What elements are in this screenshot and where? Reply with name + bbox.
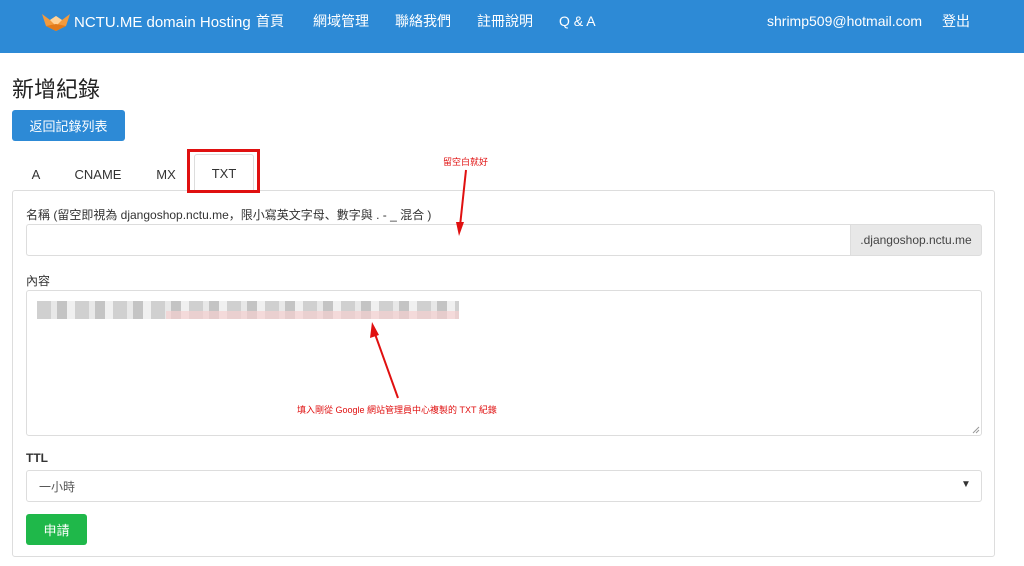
nav-registration-guide[interactable]: 註冊說明: [477, 13, 533, 29]
tab-highlight-box: [187, 149, 260, 193]
ttl-selected-value: 一小時: [39, 479, 76, 494]
page-title: 新增紀錄: [12, 77, 101, 102]
ttl-label: TTL: [26, 451, 48, 465]
submit-button[interactable]: 申請: [26, 514, 87, 545]
logout-link[interactable]: 登出: [942, 13, 970, 29]
top-navbar: NCTU.ME domain Hosting 首頁 網域管理 聯絡我們 註冊說明…: [0, 0, 1024, 53]
content-label: 內容: [26, 274, 51, 288]
domain-suffix: .djangoshop.nctu.me: [850, 224, 982, 256]
redacted-txt-record-highlight: [166, 311, 459, 319]
resize-grip-icon[interactable]: [972, 426, 980, 434]
name-label: 名稱 (留空即視為 djangoshop.nctu.me，限小寫英文字母、數字與…: [26, 208, 432, 222]
tab-mx[interactable]: MX: [150, 160, 182, 188]
name-input[interactable]: [26, 224, 851, 256]
fox-logo-icon: [42, 14, 70, 31]
annotation-paste-txt: 填入剛從 Google 網站管理員中心複製的 TXT 紀錄: [297, 405, 497, 415]
tab-a[interactable]: A: [26, 160, 46, 188]
nav-contact[interactable]: 聯絡我們: [395, 13, 451, 29]
brand-name: NCTU.ME domain Hosting: [74, 13, 251, 31]
nav-qa[interactable]: Q & A: [559, 13, 596, 29]
brand[interactable]: NCTU.ME domain Hosting: [40, 11, 251, 33]
user-email[interactable]: shrimp509@hotmail.com: [767, 13, 922, 29]
ttl-select[interactable]: 一小時: [26, 470, 982, 502]
nav-domain-management[interactable]: 網域管理: [313, 13, 369, 29]
nav-home[interactable]: 首頁: [256, 13, 284, 29]
annotation-leave-blank: 留空白就好: [443, 157, 489, 167]
back-to-records-button[interactable]: 返回記錄列表: [12, 110, 125, 141]
chevron-down-icon: ▼: [961, 479, 971, 490]
tab-cname[interactable]: CNAME: [70, 160, 126, 188]
